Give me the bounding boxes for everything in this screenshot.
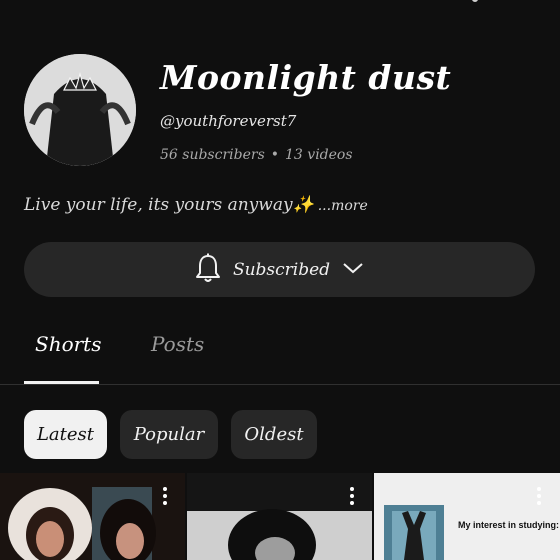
- stats-separator: •: [270, 147, 280, 163]
- channel-tabs: Shorts Posts: [0, 322, 560, 385]
- filter-chip-oldest[interactable]: Oldest: [231, 410, 317, 459]
- tab-shorts[interactable]: Shorts: [35, 332, 101, 356]
- status-dot: [472, 0, 478, 2]
- channel-handle: @youthforeverst7: [160, 112, 297, 130]
- bio-text: Live your life, its yours anyway✨: [24, 195, 314, 215]
- short-thumbnail[interactable]: [187, 473, 372, 560]
- more-options-icon[interactable]: [350, 487, 354, 508]
- channel-bio[interactable]: Live your life, its yours anyway✨ ...more: [24, 195, 368, 215]
- subscribed-button[interactable]: Subscribed: [24, 242, 535, 297]
- more-options-icon[interactable]: [163, 487, 167, 508]
- short-thumbnail[interactable]: [0, 473, 185, 560]
- tab-posts[interactable]: Posts: [151, 332, 204, 356]
- subscribed-label: Subscribed: [232, 259, 331, 280]
- filter-chip-latest[interactable]: Latest: [24, 410, 107, 459]
- chevron-down-icon: [342, 260, 364, 279]
- channel-name: Moonlight dust: [160, 58, 452, 97]
- more-link[interactable]: ...more: [318, 198, 368, 214]
- short-thumbnail[interactable]: My interest in studying:: [374, 473, 560, 560]
- avatar[interactable]: [24, 54, 136, 166]
- video-count: 13 videos: [285, 147, 353, 163]
- active-tab-indicator: [24, 381, 99, 384]
- more-options-icon[interactable]: [537, 487, 541, 508]
- subscriber-count: 56 subscribers: [160, 147, 265, 163]
- short-caption: My interest in studying:: [458, 520, 560, 530]
- channel-stats: 56 subscribers • 13 videos: [160, 147, 353, 163]
- filter-chip-popular[interactable]: Popular: [120, 410, 218, 459]
- bell-icon: [195, 253, 221, 287]
